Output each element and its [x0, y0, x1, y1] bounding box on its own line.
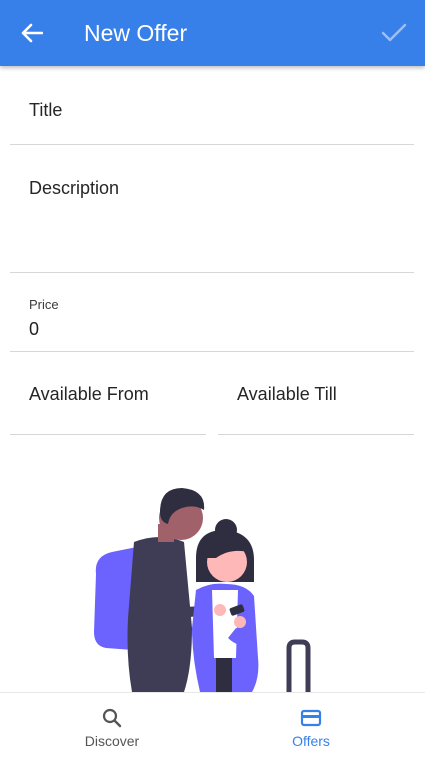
- page-title: New Offer: [84, 20, 188, 46]
- checkmark-icon: [381, 23, 407, 42]
- description-placeholder: Description: [29, 178, 120, 198]
- travelers-illustration: [60, 478, 360, 692]
- available-from-placeholder: Available From: [29, 384, 149, 404]
- confirm-button[interactable]: [379, 18, 409, 48]
- title-field[interactable]: Title: [10, 66, 414, 145]
- price-value: 0: [29, 319, 40, 339]
- nav-label-discover: Discover: [84, 733, 140, 749]
- available-till-field[interactable]: Available Till: [218, 352, 414, 435]
- available-till-placeholder: Available Till: [237, 384, 337, 404]
- title-placeholder: Title: [29, 100, 63, 120]
- app-bar: New Offer: [0, 0, 425, 66]
- price-label: Price: [29, 297, 59, 312]
- search-icon: [102, 708, 122, 728]
- arrow-left-icon: [21, 23, 43, 43]
- card-icon: [300, 709, 322, 727]
- nav-label-offers: Offers: [292, 733, 330, 749]
- description-field[interactable]: Description: [10, 145, 414, 273]
- nav-item-discover[interactable]: Discover: [6, 693, 218, 757]
- nav-item-offers[interactable]: Offers: [205, 693, 417, 757]
- back-button[interactable]: [16, 19, 48, 47]
- price-field[interactable]: Price 0: [10, 273, 414, 352]
- available-from-field[interactable]: Available From: [10, 352, 206, 435]
- bottom-navigation: Discover Offers: [0, 692, 425, 757]
